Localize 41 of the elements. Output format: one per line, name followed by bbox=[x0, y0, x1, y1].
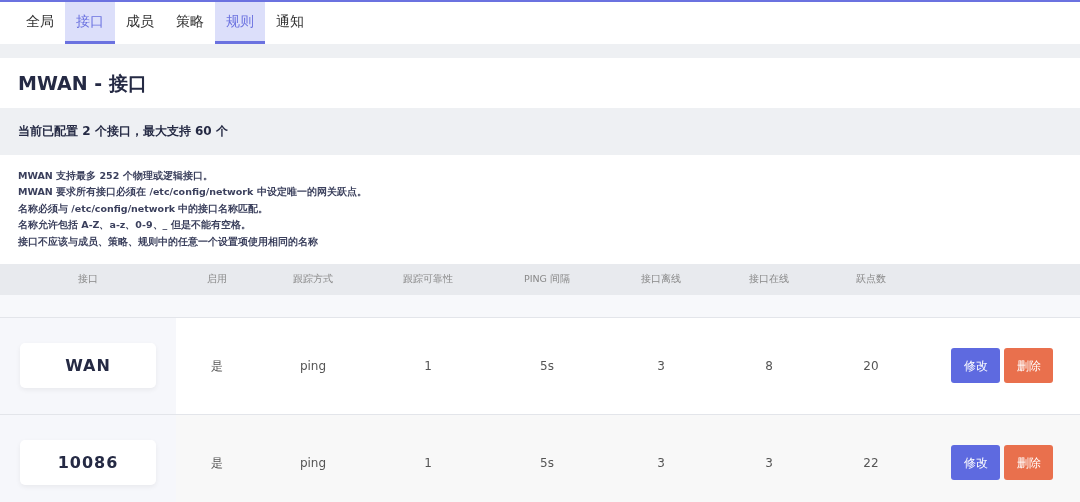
description-line: MWAN 要求所有接口必须在 /etc/config/network 中设定唯一的网关跃点。 bbox=[18, 185, 368, 200]
table-cell: 1 bbox=[424, 358, 432, 373]
table-cell: ping bbox=[299, 358, 327, 373]
tab[interactable]: 规则 bbox=[215, 2, 265, 44]
description-line: MWAN 支持最多 252 个物理或逻辑接口。 bbox=[18, 169, 214, 183]
table-cell: ping bbox=[299, 455, 327, 470]
table-cell: 20 bbox=[863, 358, 879, 373]
description-line: 接口不应该与成员、策略、规则中的任意一个设置项使用相同的名称 bbox=[18, 234, 319, 249]
tab[interactable]: 接口 bbox=[65, 2, 115, 44]
tab[interactable]: 策略 bbox=[165, 2, 215, 44]
table-cell: 5s bbox=[540, 455, 554, 470]
column-header: 接口 bbox=[0, 264, 176, 296]
column-header: 跟踪可靠性 bbox=[368, 264, 488, 296]
table-cell: 3 bbox=[657, 358, 665, 373]
table-cell: 是 bbox=[211, 358, 223, 373]
table-cell: 8 bbox=[765, 358, 773, 373]
column-header: 启用 bbox=[176, 264, 258, 296]
column-header: 跃点数 bbox=[822, 264, 920, 296]
description-line: 名称允许包括 A-Z、a-z、0-9、_ 但是不能有空格。 bbox=[18, 218, 252, 233]
delete-button[interactable]: 删除 bbox=[1004, 348, 1053, 384]
table-cell: 3 bbox=[657, 455, 665, 470]
tab[interactable]: 成员 bbox=[115, 2, 165, 44]
edit-button[interactable]: 修改 bbox=[951, 348, 1000, 384]
delete-button[interactable]: 删除 bbox=[1004, 445, 1053, 481]
table-cell: 1 bbox=[424, 455, 432, 470]
column-header: 跟踪方式 bbox=[258, 264, 368, 296]
interface-name: WAN bbox=[20, 343, 156, 389]
table-cell: 3 bbox=[765, 455, 773, 470]
table-cell: 是 bbox=[211, 455, 223, 470]
column-header: 接口在线 bbox=[716, 264, 822, 296]
edit-button[interactable]: 修改 bbox=[951, 445, 1000, 481]
section-title: 当前已配置 2 个接口，最大支持 60 个 bbox=[18, 124, 228, 139]
interface-name: 10086 bbox=[20, 440, 156, 486]
column-header: 接口离线 bbox=[606, 264, 716, 296]
tab[interactable]: 全局 bbox=[15, 2, 65, 44]
column-header: PING 间隔 bbox=[488, 264, 606, 296]
page-title: MWAN - 接口 bbox=[18, 71, 147, 95]
table-cell: 5s bbox=[540, 358, 554, 373]
table-cell: 22 bbox=[863, 455, 879, 470]
description-line: 名称必须与 /etc/config/network 中的接口名称匹配。 bbox=[18, 201, 270, 216]
tab[interactable]: 通知 bbox=[265, 2, 315, 44]
